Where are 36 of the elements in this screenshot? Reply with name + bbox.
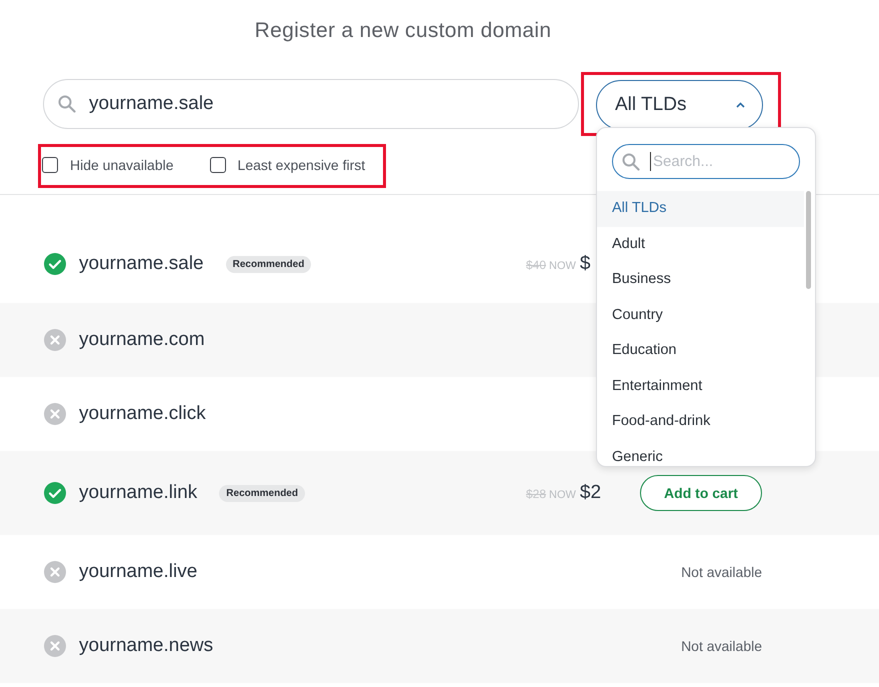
tld-search-field[interactable]: Search... [612, 144, 800, 179]
now-label: NOW [549, 489, 576, 501]
tld-option[interactable]: Entertainment [597, 368, 804, 404]
tld-dropdown[interactable]: All TLDs [596, 80, 763, 130]
tld-option[interactable]: All TLDs [597, 191, 804, 226]
checkbox-label: Hide unavailable [70, 157, 174, 173]
search-icon [622, 152, 640, 170]
tld-option[interactable]: Education [597, 333, 804, 368]
now-label: NOW [549, 260, 576, 272]
domain-name: yourname.live [79, 561, 198, 583]
recommended-tag: Recommended [219, 484, 305, 502]
domain-search-field[interactable]: yourname.sale [43, 79, 579, 129]
tld-option[interactable]: Generic [597, 440, 804, 466]
availability-status: Not available [681, 638, 762, 654]
recommended-tag: Recommended [226, 256, 312, 272]
price: $ [580, 253, 590, 275]
tld-option[interactable]: Food-and-drink [597, 404, 804, 440]
domain-name: yourname.com [79, 329, 205, 351]
search-icon [58, 95, 76, 113]
scrollbar-thumb[interactable] [806, 191, 811, 289]
price: $2 [580, 482, 602, 504]
old-price: $40 [526, 258, 546, 272]
domain-name: yourname.click [79, 403, 206, 425]
checkbox[interactable] [42, 157, 58, 173]
caret-icon [736, 102, 745, 108]
domain-name: yourname.link [79, 482, 198, 504]
domain-name: yourname.news [79, 635, 214, 657]
add-to-cart-button[interactable]: Add to cart [640, 475, 762, 511]
tld-option[interactable]: Business [597, 262, 804, 298]
checkbox[interactable] [210, 157, 226, 173]
availability-status: Not available [681, 564, 762, 580]
page-title: Register a new custom domain [254, 18, 552, 44]
checkbox-label: Least expensive first [238, 157, 366, 173]
tld-option[interactable]: Adult [597, 226, 804, 262]
tld-option[interactable]: Country [597, 298, 804, 333]
domain-name: yourname.sale [79, 253, 204, 275]
